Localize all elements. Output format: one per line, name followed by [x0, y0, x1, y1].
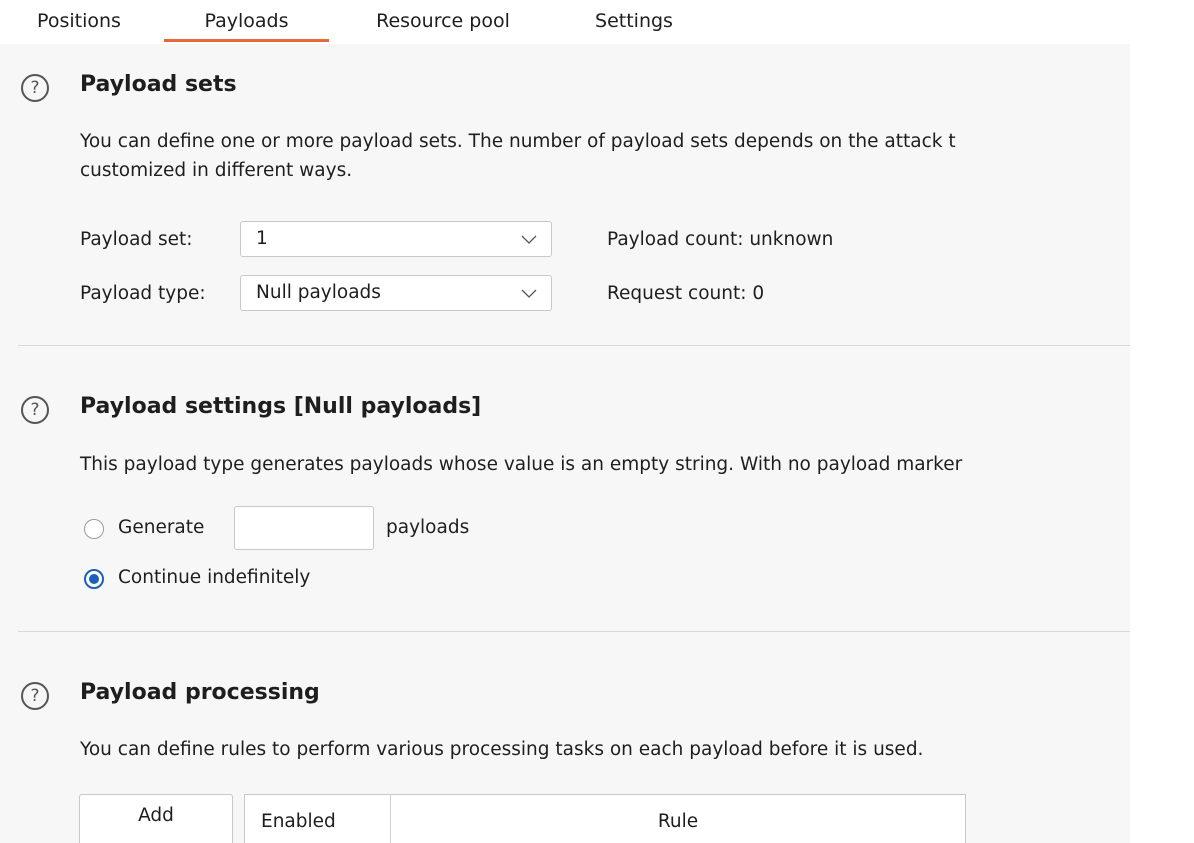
payload-type-select[interactable]: Null payloads — [240, 275, 552, 311]
processing-rules-table[interactable]: Enabled Rule — [244, 794, 966, 843]
payload-set-select[interactable]: 1 — [240, 221, 552, 257]
payload-set-label: Payload set: — [80, 229, 193, 250]
chevron-down-icon — [521, 235, 537, 244]
payload-processing-description: You can define rules to perform various … — [80, 739, 924, 760]
payload-processing-title: Payload processing — [80, 680, 320, 705]
payload-sets-description: You can define one or more payload sets.… — [80, 131, 956, 152]
payload-type-value: Null payloads — [256, 282, 381, 303]
tab-bar: Positions Payloads Resource pool Setting… — [0, 0, 1130, 44]
generate-count-input[interactable] — [234, 506, 374, 550]
tab-payloads[interactable]: Payloads — [164, 6, 329, 42]
section-divider — [18, 345, 1130, 346]
column-header-enabled[interactable]: Enabled — [261, 811, 336, 832]
payload-settings-title: Payload settings [Null payloads] — [80, 394, 482, 419]
payload-sets-description-cont: customized in different ways. — [80, 160, 353, 181]
section-divider — [18, 631, 1130, 632]
question-circle-icon[interactable]: ? — [21, 682, 49, 710]
question-circle-icon[interactable]: ? — [21, 74, 49, 102]
payload-settings-description: This payload type generates payloads who… — [80, 454, 963, 475]
request-count: Request count: 0 — [607, 283, 765, 304]
continue-indefinitely-radio[interactable] — [84, 569, 104, 589]
payloads-suffix-label: payloads — [386, 517, 470, 538]
continue-indefinitely-label: Continue indefinitely — [118, 567, 311, 588]
generate-radio[interactable] — [84, 519, 104, 539]
column-header-rule[interactable]: Rule — [391, 811, 965, 832]
payload-set-value: 1 — [256, 228, 268, 249]
tab-settings[interactable]: Settings — [588, 6, 680, 36]
payload-count: Payload count: unknown — [607, 229, 834, 250]
tab-resource-pool[interactable]: Resource pool — [362, 6, 524, 36]
intruder-panel: Positions Payloads Resource pool Setting… — [0, 0, 1130, 843]
generate-label: Generate — [118, 517, 205, 538]
question-circle-icon[interactable]: ? — [21, 396, 49, 424]
payload-sets-title: Payload sets — [80, 72, 237, 97]
payload-type-label: Payload type: — [80, 283, 206, 304]
add-rule-button[interactable]: Add — [79, 794, 233, 843]
chevron-down-icon — [521, 289, 537, 298]
tab-positions[interactable]: Positions — [28, 6, 130, 36]
